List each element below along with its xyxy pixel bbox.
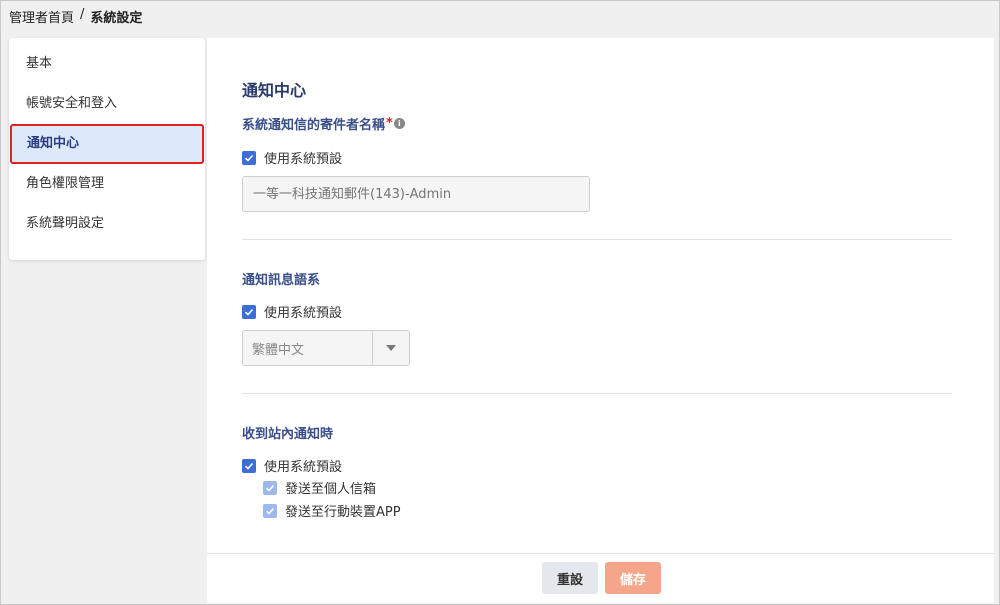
breadcrumb: 管理者首頁 / 系統設定 [9,7,142,26]
language-default-checkbox-row[interactable]: 使用系統預設 [242,302,342,321]
language-default-checkbox-label: 使用系統預設 [264,306,343,321]
check-icon [265,484,275,492]
check-icon [244,308,254,316]
site-notice-default-checkbox-row[interactable]: 使用系統預設 [242,456,342,475]
send-to-email-checkbox[interactable] [263,480,277,495]
site-notice-default-checkbox-label: 使用系統預設 [264,460,343,475]
language-label: 通知訊息語系 [242,269,320,288]
required-mark: * [386,116,393,131]
site-notice-default-checkbox[interactable] [242,458,256,473]
language-select-value: 繁體中文 [252,342,305,358]
language-label-text: 通知訊息語系 [242,273,321,288]
main-panel: 通知中心 系統通知信的寄件者名稱 * i 使用系統預設 通知訊息語系 使用系統預… [207,38,994,603]
sender-name-label: 系統通知信的寄件者名稱 * i [242,114,405,133]
language-default-checkbox[interactable] [242,304,256,319]
send-to-app-checkbox[interactable] [263,503,277,518]
dropdown-toggle[interactable] [372,331,409,365]
breadcrumb-home[interactable]: 管理者首頁 [9,7,74,26]
sidebar-item-notification-center[interactable]: 通知中心 [10,124,204,164]
check-icon [265,507,275,515]
sender-default-checkbox-label: 使用系統預設 [264,152,343,167]
divider [242,239,952,240]
reset-button[interactable]: 重設 [542,562,598,594]
sidebar-item-account-security[interactable]: 帳號安全和登入 [9,84,205,124]
sender-default-checkbox[interactable] [242,150,256,165]
caret-down-icon [386,345,396,351]
send-to-email-label: 發送至個人信箱 [285,482,377,497]
sidebar-item-role-permissions[interactable]: 角色權限管理 [9,164,205,204]
send-to-email-checkbox-row[interactable]: 發送至個人信箱 [263,478,376,497]
action-footer: 重設 儲存 [207,553,994,603]
save-button[interactable]: 儲存 [605,562,661,594]
page-title: 通知中心 [242,81,307,100]
sender-name-label-text: 系統通知信的寄件者名稱 [242,118,386,133]
info-icon[interactable]: i [393,118,405,129]
sender-default-checkbox-row[interactable]: 使用系統預設 [242,148,342,167]
breadcrumb-separator: / [80,7,85,22]
breadcrumb-current: 系統設定 [90,11,143,26]
language-select[interactable]: 繁體中文 [242,330,410,366]
sender-name-input[interactable] [242,176,590,212]
site-notice-label: 收到站內通知時 [242,423,333,442]
divider [242,393,952,394]
check-icon [244,154,254,162]
send-to-app-checkbox-row[interactable]: 發送至行動裝置APP [263,501,401,520]
settings-sidebar: 基本 帳號安全和登入 通知中心 角色權限管理 系統聲明設定 [9,38,205,260]
check-icon [244,462,254,470]
sidebar-item-system-statement[interactable]: 系統聲明設定 [9,204,205,244]
sidebar-item-basic[interactable]: 基本 [9,44,205,84]
site-notice-label-text: 收到站內通知時 [242,427,334,442]
send-to-app-label: 發送至行動裝置APP [285,505,401,520]
